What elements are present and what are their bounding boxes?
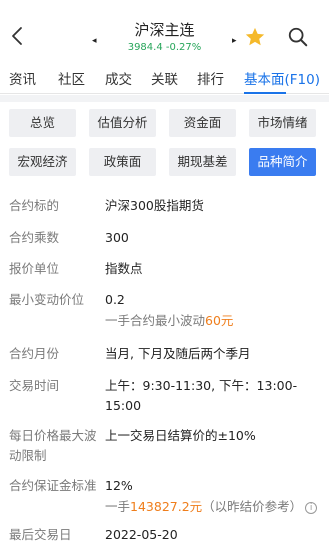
tick-sub-amount: 60元 <box>205 313 234 328</box>
multiplier-value: 300 <box>105 230 129 245</box>
tab-trades[interactable]: 成交 <box>105 68 132 88</box>
subnav-policy[interactable]: 政策面 <box>89 148 156 176</box>
tick-value: 0.2 <box>105 292 125 307</box>
margin-sub: 一手143827.2元（以昨结价参考） i <box>105 497 318 517</box>
limit-label-line1: 每日价格最大波 <box>9 428 97 443</box>
contract-label: 合约标的 <box>9 198 60 213</box>
price-quote: 3984.4 -0.27% <box>100 41 229 55</box>
search-icon[interactable] <box>287 26 309 48</box>
tab-fundamentals[interactable]: 基本面(F10) <box>244 68 320 88</box>
page-title: 沪深主连 <box>134 21 195 39</box>
tab-news[interactable]: 资讯 <box>9 68 36 88</box>
info-icon[interactable]: i <box>305 502 318 514</box>
subnav-sentiment[interactable]: 市场情绪 <box>249 109 316 137</box>
price-change: -0.27% <box>165 42 202 53</box>
time-value-line2: 15:00 <box>105 398 142 413</box>
limit-label-line2: 动限制 <box>9 448 47 463</box>
tab-ranking[interactable]: 排行 <box>197 68 224 88</box>
active-tab-underline <box>244 92 286 94</box>
top-bar: ◂ 沪深主连 3984.4 -0.27% ▸ <box>0 0 329 62</box>
subnav-macro[interactable]: 宏观经济 <box>9 148 76 176</box>
back-icon[interactable] <box>8 26 28 46</box>
tick-sub-prefix: 一手合约最小波动 <box>105 313 206 328</box>
tab-community[interactable]: 社区 <box>58 68 85 88</box>
star-icon[interactable] <box>244 26 266 48</box>
month-value: 当月, 下月及随后两个季月 <box>105 346 251 361</box>
unit-label: 报价单位 <box>9 261 60 276</box>
tab-related[interactable]: 关联 <box>151 68 178 88</box>
margin-label: 合约保证金标准 <box>9 478 97 493</box>
time-value-line1: 上午：9:30-11:30, 下午：13:00- <box>105 378 298 393</box>
subnav-basis[interactable]: 期现基差 <box>169 148 236 176</box>
main-tabs: 资讯 社区 成交 关联 排行 基本面(F10) <box>0 64 329 94</box>
margin-value: 12% <box>105 478 133 493</box>
next-contract-arrow[interactable]: ▸ <box>232 36 237 46</box>
last-day-label: 最后交易日 <box>9 527 72 542</box>
last-price: 3984.4 <box>127 42 163 53</box>
last-day-value: 2022-05-20 <box>105 527 178 542</box>
margin-sub-suffix: （以昨结价参考） <box>202 499 303 514</box>
unit-value: 指数点 <box>105 261 143 276</box>
time-label: 交易时间 <box>9 378 60 393</box>
limit-value: 上一交易日结算价的±10% <box>105 428 256 443</box>
margin-sub-amount: 143827.2元 <box>130 499 203 514</box>
month-label: 合约月份 <box>9 346 60 361</box>
subnav-valuation[interactable]: 估值分析 <box>89 109 156 137</box>
tick-sub: 一手合约最小波动60元 <box>105 311 233 331</box>
title-block: 沪深主连 3984.4 -0.27% <box>100 20 229 55</box>
contract-value: 沪深300股指期货 <box>105 198 204 213</box>
subnav-overview[interactable]: 总览 <box>9 109 76 137</box>
section-divider <box>0 95 329 102</box>
tick-label: 最小变动价位 <box>9 292 85 307</box>
margin-sub-prefix: 一手 <box>105 499 131 514</box>
subnav-capital[interactable]: 资金面 <box>169 109 236 137</box>
prev-contract-arrow[interactable]: ◂ <box>92 36 97 46</box>
subnav-product-intro[interactable]: 品种简介 <box>249 148 316 176</box>
multiplier-label: 合约乘数 <box>9 230 60 245</box>
